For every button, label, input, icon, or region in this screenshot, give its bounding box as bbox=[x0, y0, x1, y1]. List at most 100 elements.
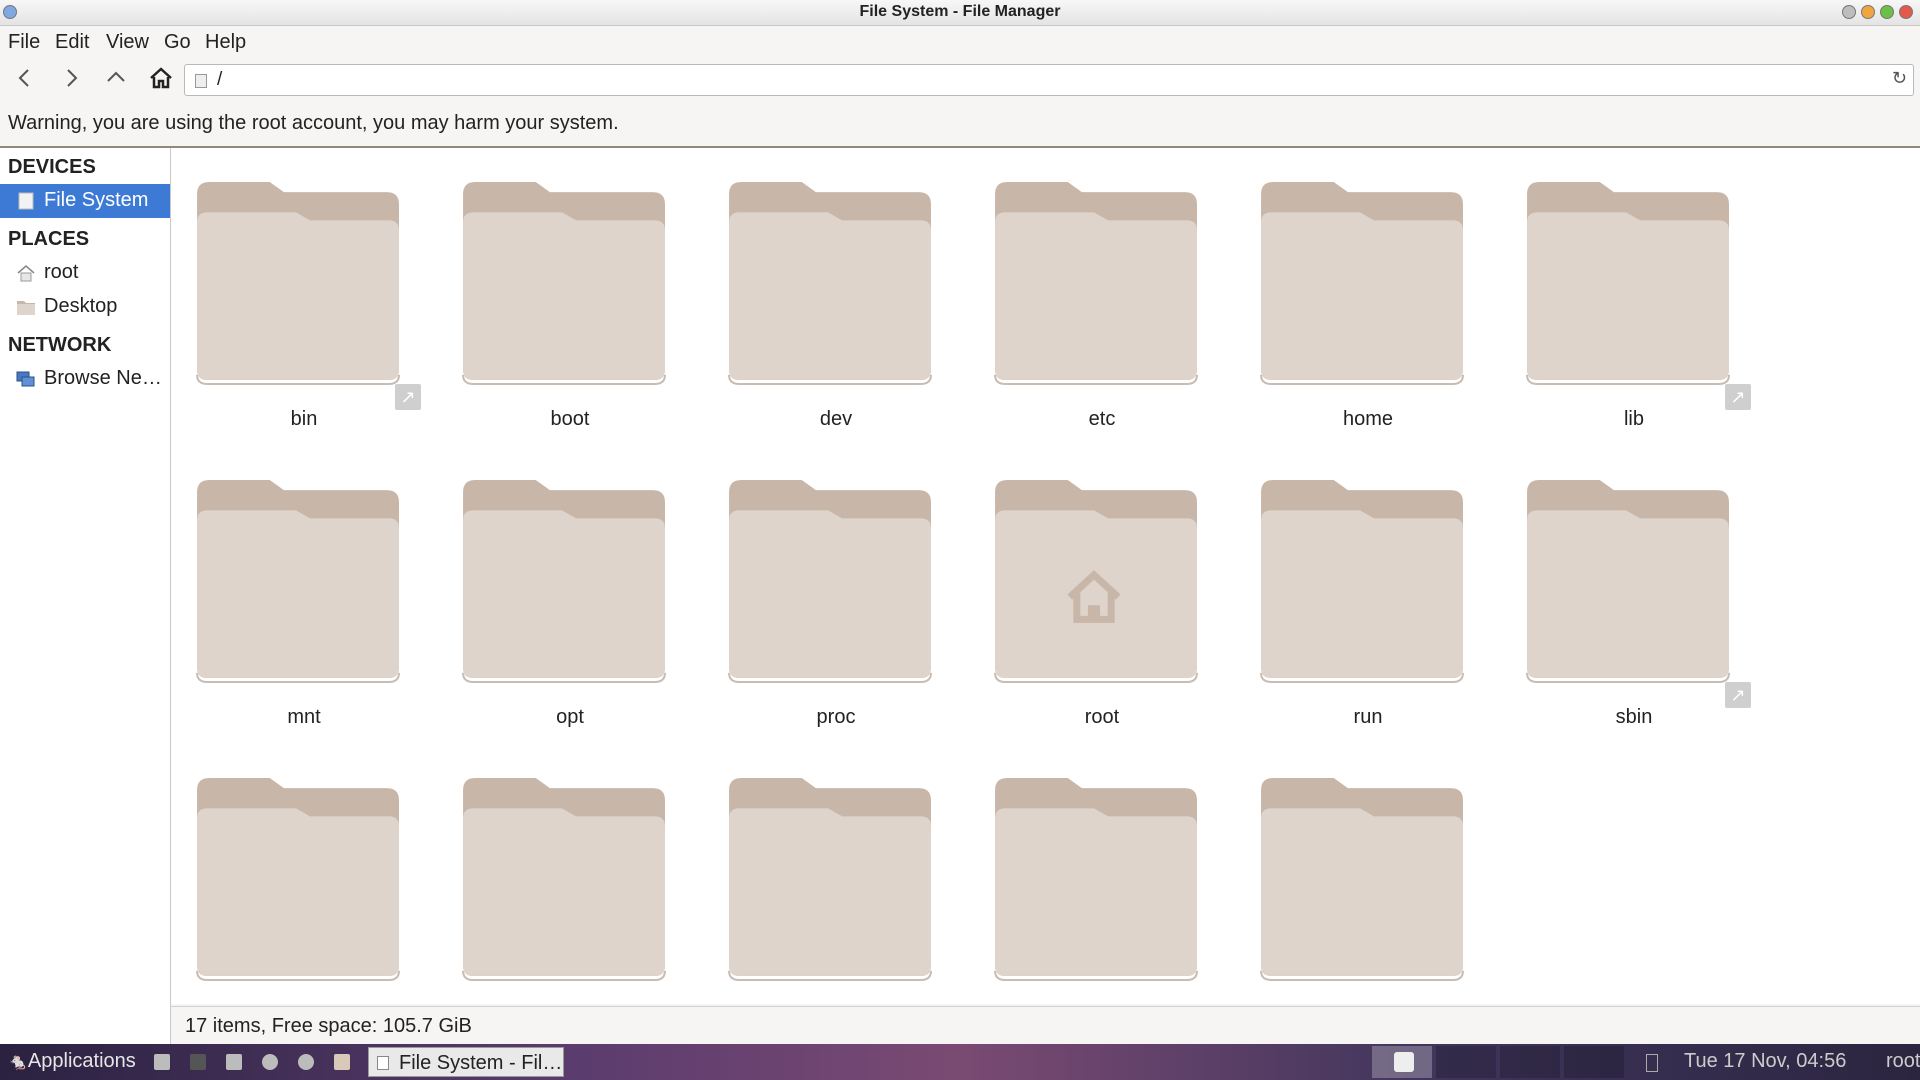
reload-icon[interactable]: ↻ bbox=[1892, 68, 1907, 89]
folder-name: run bbox=[1353, 706, 1383, 728]
taskbar: 🐁Applications File System - Fil… Tue 17 … bbox=[0, 1044, 1920, 1080]
sidebar-heading-places: PLACES bbox=[8, 228, 90, 250]
menu-view[interactable]: View bbox=[106, 25, 149, 54]
folder-name: etc bbox=[1088, 408, 1116, 430]
folder-item[interactable]: ↗ lib bbox=[1501, 148, 1767, 438]
browser-launcher-icon[interactable] bbox=[262, 1054, 278, 1070]
folder-icon bbox=[994, 182, 1198, 385]
mouse-icon: 🐁 bbox=[8, 1054, 28, 1071]
sidebar-item-label: File System bbox=[44, 189, 149, 211]
back-button[interactable] bbox=[10, 66, 40, 96]
sidebar-item-browse-network[interactable]: Browse Ne… bbox=[0, 362, 170, 396]
sidebar-item-label: root bbox=[44, 261, 79, 283]
folder-item[interactable] bbox=[437, 744, 703, 1034]
minimize-button[interactable] bbox=[1861, 5, 1875, 19]
menu-file[interactable]: File bbox=[8, 25, 40, 54]
folder-icon bbox=[1260, 778, 1464, 981]
folder-item[interactable] bbox=[969, 744, 1235, 1034]
folder-launcher-icon[interactable] bbox=[334, 1054, 350, 1070]
folder-icon bbox=[994, 778, 1198, 981]
sidebar-item-desktop[interactable]: Desktop bbox=[0, 290, 170, 324]
folder-item[interactable]: proc bbox=[703, 446, 969, 736]
home-button[interactable] bbox=[146, 66, 176, 96]
close-button[interactable] bbox=[1899, 5, 1913, 19]
terminal-launcher-icon[interactable] bbox=[190, 1054, 206, 1070]
sidebar-item-label: Browse Ne… bbox=[44, 367, 162, 389]
status-bar: 17 items, Free space: 105.7 GiB bbox=[171, 1006, 1920, 1045]
clock[interactable]: Tue 17 Nov, 04:56 bbox=[1684, 1050, 1846, 1073]
user-label[interactable]: root bbox=[1886, 1050, 1920, 1073]
folder-item[interactable]: dev bbox=[703, 148, 969, 438]
folder-item[interactable] bbox=[1235, 744, 1501, 1034]
folder-icon bbox=[1526, 182, 1730, 385]
maximize-button[interactable] bbox=[1880, 5, 1894, 19]
parent-folder-button[interactable] bbox=[101, 66, 131, 96]
folder-item[interactable]: run bbox=[1235, 446, 1501, 736]
sidebar-item-label: Desktop bbox=[44, 295, 118, 317]
folder-name: sbin bbox=[1615, 706, 1653, 728]
disk-launcher-icon[interactable] bbox=[226, 1054, 242, 1070]
menu-bar: File Edit View Go Help bbox=[0, 25, 1920, 58]
folder-icon bbox=[462, 480, 666, 683]
folder-icon bbox=[728, 480, 932, 683]
drive-icon bbox=[377, 1056, 389, 1070]
home-icon bbox=[17, 265, 35, 282]
applications-label: Applications bbox=[27, 1050, 136, 1072]
battery-icon[interactable] bbox=[1646, 1054, 1658, 1072]
folder-item[interactable]: etc bbox=[969, 148, 1235, 438]
workspace-2[interactable] bbox=[1436, 1046, 1496, 1078]
folder-icon bbox=[196, 778, 400, 981]
network-icon bbox=[16, 371, 35, 387]
symlink-arrow-icon: ↗ bbox=[395, 384, 421, 410]
folder-name: bin bbox=[290, 408, 318, 430]
folder-item[interactable]: root bbox=[969, 446, 1235, 736]
folder-icon bbox=[1260, 480, 1464, 683]
folder-name: opt bbox=[556, 706, 584, 728]
title-bar: File System - File Manager bbox=[0, 0, 1920, 26]
folder-name: boot bbox=[550, 408, 590, 430]
folder-icon bbox=[1260, 182, 1464, 385]
forward-button[interactable] bbox=[56, 66, 86, 96]
workspace-1[interactable] bbox=[1372, 1046, 1432, 1078]
workspace-4[interactable] bbox=[1564, 1046, 1624, 1078]
sidebar: DEVICES File System PLACES root Desktop … bbox=[0, 148, 171, 1044]
sidebar-heading-devices: DEVICES bbox=[8, 156, 96, 178]
search-launcher-icon[interactable] bbox=[298, 1054, 314, 1070]
applications-menu[interactable]: 🐁Applications bbox=[8, 1050, 136, 1073]
menu-go[interactable]: Go bbox=[164, 25, 191, 54]
folder-name: lib bbox=[1623, 408, 1644, 430]
chevron-right-icon bbox=[67, 69, 78, 87]
window-title: File System - File Manager bbox=[859, 3, 1061, 20]
folder-item[interactable]: ↗ bin bbox=[171, 148, 437, 438]
menu-edit[interactable]: Edit bbox=[55, 25, 89, 54]
symlink-arrow-icon: ↗ bbox=[1725, 682, 1751, 708]
folder-icon bbox=[728, 182, 932, 385]
drive-icon bbox=[18, 192, 34, 210]
folder-item[interactable]: home bbox=[1235, 148, 1501, 438]
home-icon bbox=[150, 67, 172, 89]
folder-item[interactable] bbox=[703, 744, 969, 1034]
taskbar-task-file-manager[interactable]: File System - Fil… bbox=[368, 1047, 564, 1077]
root-warning: Warning, you are using the root account,… bbox=[8, 112, 619, 134]
workspace-3[interactable] bbox=[1500, 1046, 1560, 1078]
folder-icon bbox=[462, 778, 666, 981]
shade-button[interactable] bbox=[1842, 5, 1856, 19]
folder-item[interactable]: boot bbox=[437, 148, 703, 438]
chevron-left-icon bbox=[18, 69, 29, 87]
sidebar-item-file-system[interactable]: File System bbox=[0, 184, 170, 218]
workspace-window-icon bbox=[1394, 1052, 1414, 1072]
chevron-up-icon bbox=[107, 71, 125, 82]
drive-icon bbox=[195, 74, 207, 88]
folder-item[interactable]: opt bbox=[437, 446, 703, 736]
folder-icon bbox=[462, 182, 666, 385]
folder-item[interactable]: ↗ sbin bbox=[1501, 446, 1767, 736]
folder-name: home bbox=[1342, 408, 1394, 430]
sidebar-item-root[interactable]: root bbox=[0, 256, 170, 290]
file-manager-launcher-icon[interactable] bbox=[154, 1054, 170, 1070]
folder-item[interactable] bbox=[171, 744, 437, 1034]
menu-help[interactable]: Help bbox=[205, 25, 246, 54]
location-bar[interactable]: / ↻ bbox=[184, 64, 1914, 96]
folder-item[interactable]: mnt bbox=[171, 446, 437, 736]
file-grid: ↗ bin boot dev etc home ↗ lib mnt opt proc root run ↗… bbox=[171, 148, 1920, 1004]
task-label: File System - Fil… bbox=[399, 1052, 563, 1074]
